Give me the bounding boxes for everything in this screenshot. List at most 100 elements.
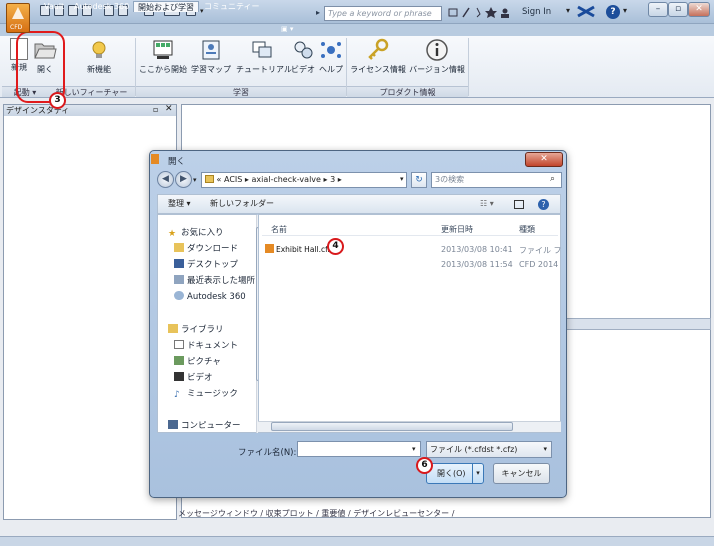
new-features-button[interactable]: 新機能 (84, 38, 114, 75)
learning-map-label: 学習マップ (191, 65, 231, 74)
history-dropdown-icon[interactable]: ▾ (193, 176, 197, 184)
help-button[interactable]: ヘルプ (318, 38, 344, 75)
file-type-select[interactable]: ファイル (*.cfdst *.cfz) ▾ (426, 441, 552, 458)
help-label: ヘルプ (319, 65, 343, 74)
ribbon-options-icon[interactable]: ▣ ▾ (281, 25, 297, 35)
tab-message-window[interactable]: メッセージウィンドウ (178, 509, 258, 518)
nav-favorites-label: お気に入り (181, 228, 224, 238)
tab-critical-values[interactable]: 重要値 (321, 509, 345, 518)
star-icon (485, 7, 497, 18)
organize-button[interactable]: 整理 ▾ (168, 195, 191, 213)
nav-libraries[interactable]: ライブラリ (168, 323, 224, 335)
file-type: ファイル フ (519, 246, 562, 255)
file-date: 2013/03/08 11:54 (441, 260, 513, 269)
refresh-button[interactable]: ↻ (411, 172, 427, 188)
filename-dropdown-icon[interactable]: ▾ (412, 445, 416, 453)
nav-downloads-label: ダウンロード (187, 244, 239, 254)
nav-videos[interactable]: ビデオ (174, 371, 213, 383)
tab-community[interactable]: コミュニティー (200, 1, 264, 12)
address-bar[interactable]: « ACIS ▸ axial-check-valve ▸ 3 ▸ (201, 172, 407, 188)
desktop-icon (174, 259, 184, 268)
breadcrumb-3[interactable]: 3 (330, 175, 335, 184)
view-options-icon[interactable]: ☷ ▾ (480, 195, 494, 213)
breadcrumb-axial-check-valve[interactable]: axial-check-valve (251, 175, 320, 184)
nav-music[interactable]: ♪ ミュージック (174, 387, 238, 400)
video-label: ビデオ (291, 65, 315, 74)
cloud-icon (174, 291, 184, 300)
preview-pane-icon[interactable] (514, 200, 524, 209)
forward-button[interactable]: ▶ (175, 171, 192, 188)
panel-close-icon[interactable]: ✕ (165, 104, 173, 114)
cancel-button[interactable]: キャンセル (493, 463, 550, 484)
filename-input[interactable] (297, 441, 421, 457)
nav-recent-label: 最近表示した場所 (187, 276, 256, 286)
satellite-icon (476, 7, 481, 18)
nav-downloads[interactable]: ダウンロード (174, 242, 238, 254)
nav-desktop[interactable]: デスクトップ (174, 258, 238, 270)
step-badge-6: 6 (416, 457, 433, 474)
dialog-title: 開く (168, 157, 186, 167)
help-network-icon (321, 42, 341, 58)
open-file-button-label: 開く(O) (437, 469, 466, 478)
learning-map-icon (202, 40, 220, 60)
help-search-input[interactable]: Type a keyword or phrase (324, 6, 442, 21)
video-icon (294, 41, 313, 59)
learning-map-button[interactable]: 学習マップ (189, 38, 233, 75)
tutorials-button[interactable]: チュートリアル (236, 38, 292, 75)
help-dropdown-icon[interactable]: ▾ (623, 6, 627, 15)
panel-float-icon[interactable]: ▫ (153, 105, 158, 114)
filename-label: ファイル名(N): (238, 448, 297, 458)
nav-pictures[interactable]: ピクチャ (174, 355, 221, 367)
hscrollbar-thumb[interactable] (271, 422, 513, 431)
breadcrumb-acis[interactable]: ACIS (224, 175, 242, 184)
app-logo-icon (12, 7, 24, 19)
new-folder-button[interactable]: 新しいフォルダー (210, 195, 274, 213)
tab-getting-started[interactable]: 開始および学習 (133, 1, 199, 12)
infocenter-icons (447, 6, 511, 19)
nav-computer[interactable]: コンピューター (168, 419, 241, 431)
sign-in-dropdown-icon[interactable]: ▾ (566, 6, 570, 15)
application-menu-button[interactable]: CFD (6, 3, 30, 33)
start-here-icon (153, 40, 173, 59)
folder-search-input[interactable]: 3の検索 (431, 172, 562, 188)
tab-vault[interactable]: Vault (40, 1, 68, 12)
help-icon[interactable]: ? (606, 5, 620, 19)
videos-icon (174, 372, 184, 381)
file-row-exhibit-hall[interactable]: Exhibit Hall.cfz (265, 244, 332, 254)
nav-favorites[interactable]: ★ お気に入り (168, 226, 224, 239)
video-button[interactable]: ビデオ (291, 38, 315, 75)
version-info-button[interactable]: バージョン情報 (409, 38, 465, 75)
back-button[interactable]: ◀ (157, 171, 174, 188)
tab-design-review-center[interactable]: デザインレビューセンター (353, 509, 449, 518)
search-icon: ⌕ (550, 174, 556, 184)
dialog-close-button[interactable]: ✕ (525, 152, 563, 167)
lightbulb-icon (92, 41, 106, 58)
version-info-label: バージョン情報 (409, 65, 465, 74)
open-options-dropdown[interactable]: ▾ (472, 464, 483, 483)
minimize-button[interactable]: – (648, 2, 668, 17)
open-file-dialog: 開く ✕ ◀ ▶ ▾ « ACIS ▸ axial-check-valve ▸ … (149, 150, 567, 498)
license-info-button[interactable]: ライセンス情報 (350, 38, 406, 75)
tutorials-label: チュートリアル (236, 65, 292, 74)
nav-autodesk-360[interactable]: Autodesk 360 (174, 291, 246, 302)
maximize-button[interactable]: ▫ (668, 2, 688, 17)
tab-convergence-plot[interactable]: 収束プロット (266, 509, 314, 518)
cfz-file-icon (265, 244, 274, 253)
user-icon (502, 8, 508, 14)
file-type: CFD 2014 (519, 260, 559, 269)
folder-icon (205, 175, 214, 183)
close-window-button[interactable]: ✕ (688, 2, 710, 17)
step-badge-3: 3 (49, 92, 66, 109)
column-header-name[interactable]: 名前 (271, 224, 287, 235)
column-header-type[interactable]: 種類 (519, 224, 535, 235)
nav-documents[interactable]: ドキュメント (174, 339, 238, 351)
file-name: Exhibit Hall.cfz (276, 245, 332, 254)
sign-in-link[interactable]: Sign In (522, 7, 551, 17)
exchange-apps-icon[interactable] (576, 5, 596, 18)
column-header-date[interactable]: 更新日時 (441, 224, 473, 235)
dialog-help-icon[interactable]: ? (538, 199, 549, 210)
tab-autodesk-360[interactable]: Autodesk 360 (70, 1, 133, 12)
start-here-button[interactable]: ここから開始 (139, 38, 187, 75)
address-dropdown-icon[interactable]: ▾ (400, 175, 404, 183)
nav-recent-places[interactable]: 最近表示した場所 (174, 274, 256, 286)
